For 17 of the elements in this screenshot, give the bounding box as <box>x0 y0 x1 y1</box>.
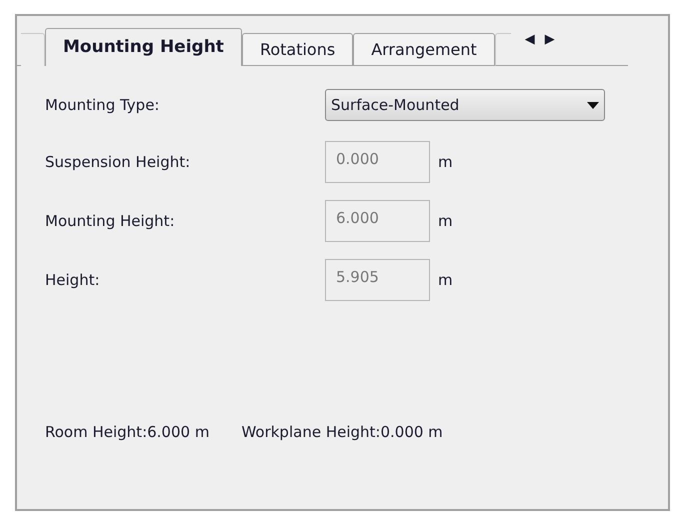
caret-icon <box>587 102 599 108</box>
mounting-type-dropdown[interactable]: Surface-Mounted <box>325 89 605 121</box>
workplane-height-text: Workplane Height:0.000 m <box>241 422 443 443</box>
unit-label: m <box>438 210 453 232</box>
field-label: Suspension Height: <box>45 152 192 173</box>
field-label: Mounting Height: <box>45 210 176 232</box>
field-label: Mounting Type: <box>45 94 160 116</box>
unit-label: m <box>438 152 453 173</box>
field-label: Height: <box>45 270 101 291</box>
unit-label: m <box>438 270 453 291</box>
tab[interactable]: Mounting Height <box>45 28 242 66</box>
scroll-left-button[interactable]: ◀ <box>524 30 535 50</box>
tab[interactable] <box>494 33 511 66</box>
room-height-text: Room Height:6.000 m <box>45 422 210 443</box>
tab[interactable]: Rotations <box>242 33 354 66</box>
scroll-right-button[interactable]: ▶ <box>544 30 555 50</box>
tab[interactable]: Arrangement <box>353 33 495 66</box>
